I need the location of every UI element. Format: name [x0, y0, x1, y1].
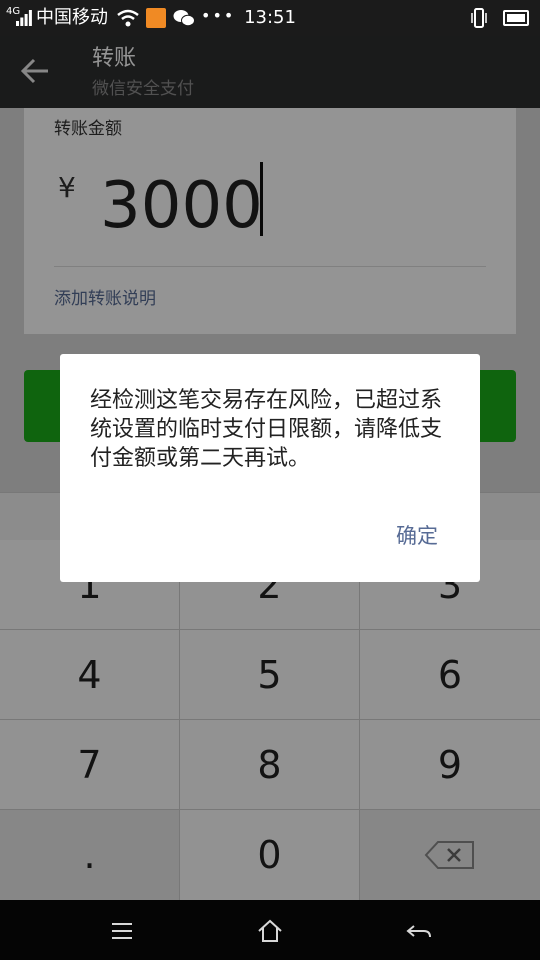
battery-icon	[503, 10, 529, 26]
dialog-confirm-button[interactable]: 确定	[372, 516, 462, 556]
home-icon[interactable]	[255, 916, 285, 946]
phone-vibrate-icon	[471, 8, 487, 28]
clock: 13:51	[244, 7, 296, 28]
dialog-message: 经检测这笔交易存在风险，已超过系统设置的临时支付日限额，请降低支付金额或第二天再…	[90, 388, 443, 471]
menu-icon[interactable]	[107, 916, 137, 946]
system-nav-bar	[0, 900, 540, 960]
risk-alert-dialog: 经检测这笔交易存在风险，已超过系统设置的临时支付日限额，请降低支付金额或第二天再…	[60, 354, 480, 582]
status-bar: 4G 中国移动 ••• 13:51	[0, 0, 540, 36]
back-icon[interactable]	[404, 916, 434, 946]
